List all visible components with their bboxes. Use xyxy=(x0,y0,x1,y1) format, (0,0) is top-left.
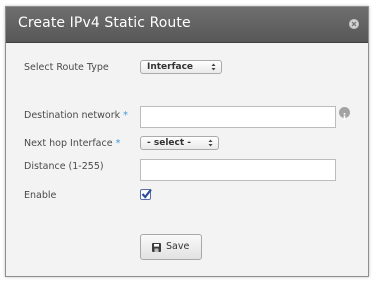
close-icon[interactable] xyxy=(349,19,359,29)
select-arrows-icon xyxy=(208,139,213,147)
next-hop-interface-value: - select - xyxy=(147,138,192,148)
next-hop-interface-select[interactable]: - select - xyxy=(140,136,219,150)
select-arrows-icon xyxy=(211,63,216,71)
required-marker: * xyxy=(115,138,121,149)
save-button[interactable]: Save xyxy=(140,234,202,260)
info-icon[interactable] xyxy=(339,107,350,120)
route-type-select[interactable]: Interface xyxy=(140,60,222,74)
route-type-value: Interface xyxy=(147,62,194,72)
next-hop-interface-label: Next hop Interface * xyxy=(24,138,121,149)
enable-label: Enable xyxy=(24,190,57,201)
checkmark-icon xyxy=(141,188,152,199)
enable-checkbox[interactable] xyxy=(140,188,152,200)
dialog-titlebar: Create IPv4 Static Route xyxy=(6,7,368,43)
save-label: Save xyxy=(166,241,190,252)
floppy-disk-icon xyxy=(152,243,161,252)
destination-network-label: Destination network * xyxy=(24,110,128,121)
route-type-label: Select Route Type xyxy=(24,62,109,73)
required-marker: * xyxy=(123,110,128,121)
distance-input[interactable] xyxy=(140,159,336,181)
destination-network-input[interactable] xyxy=(140,106,336,128)
dialog-title: Create IPv4 Static Route xyxy=(18,15,191,31)
distance-label: Distance (1-255) xyxy=(24,161,104,172)
